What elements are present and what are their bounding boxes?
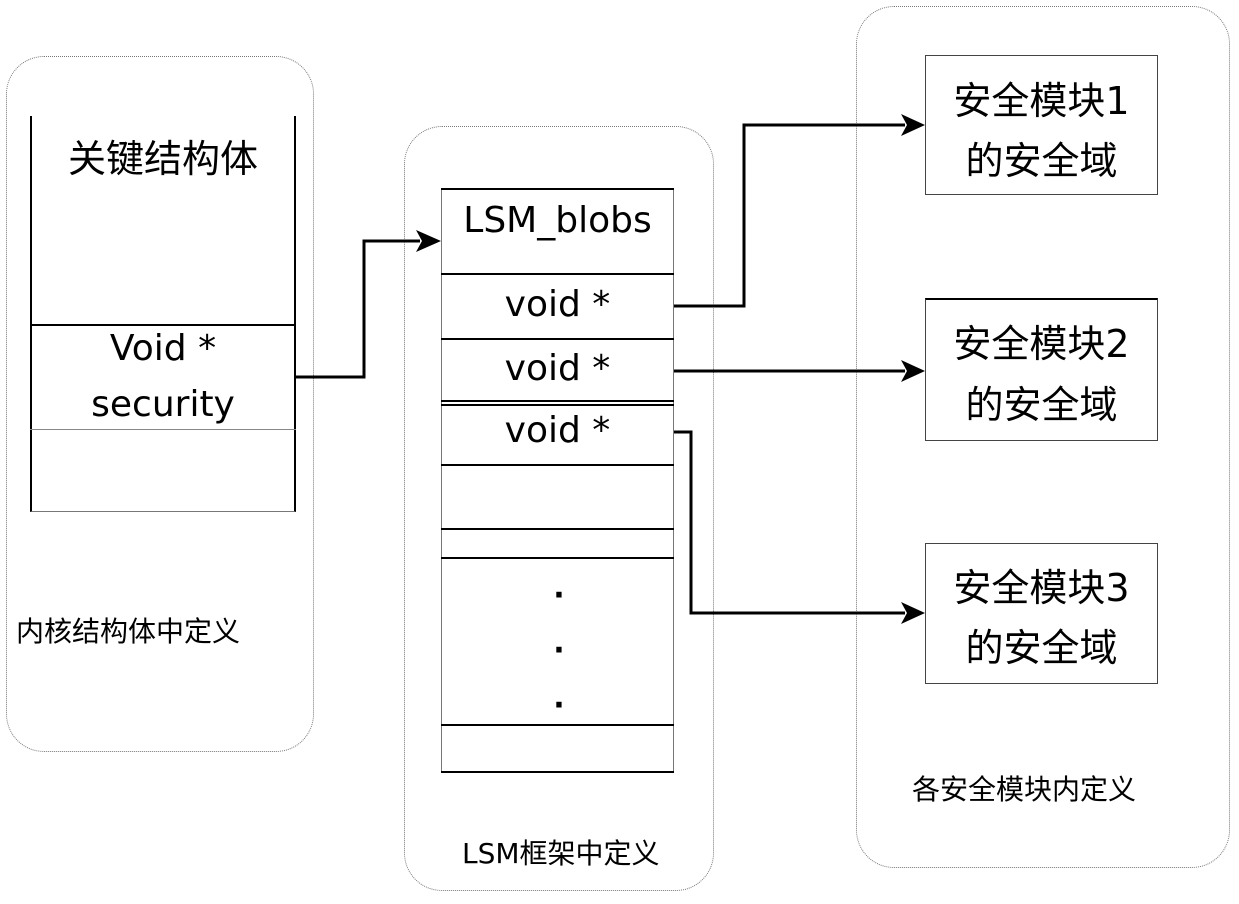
arrow-slot2-to-module2	[674, 360, 925, 382]
connectors	[296, 114, 925, 624]
arrow-slot3-to-module3	[674, 430, 925, 624]
arrow-security-to-blobs	[296, 230, 441, 379]
arrow-slot1-to-module1	[674, 114, 925, 308]
